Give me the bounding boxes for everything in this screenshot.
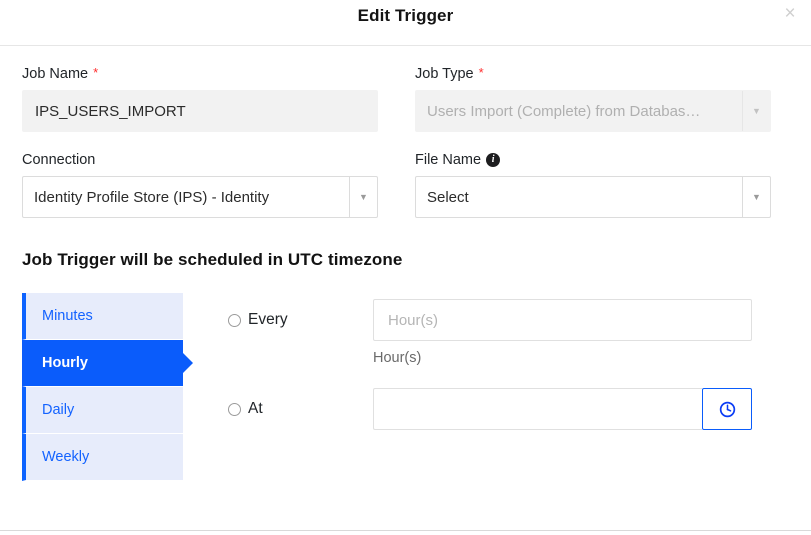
job-type-selected-value: Users Import (Complete) from Databas…	[427, 102, 701, 120]
field-job-type: Job Type * Users Import (Complete) from D…	[415, 66, 771, 132]
modal-header: Edit Trigger ×	[0, 0, 811, 46]
tab-label: Daily	[42, 402, 75, 418]
job-type-label-text: Job Type	[415, 66, 474, 82]
tab-label: Minutes	[42, 308, 93, 324]
job-name-input[interactable]	[22, 90, 378, 132]
tab-label: Weekly	[42, 449, 90, 465]
every-hours-input[interactable]	[373, 299, 752, 341]
info-icon[interactable]: i	[486, 153, 501, 167]
clock-icon	[719, 401, 735, 417]
radio-every[interactable]: Every	[228, 299, 373, 329]
at-time-group	[373, 388, 752, 430]
required-marker: *	[93, 64, 99, 80]
at-input-cell	[373, 388, 789, 430]
radio-every-label: Every	[248, 311, 288, 328]
modal-footer	[0, 531, 811, 535]
radio-at-label: At	[248, 400, 263, 417]
job-name-label-text: Job Name	[22, 66, 89, 82]
radio-circle-icon	[228, 313, 241, 327]
job-type-label: Job Type *	[415, 64, 771, 83]
schedule-row-every: Every Hour(s)	[228, 299, 789, 366]
close-icon[interactable]: ×	[779, 2, 801, 24]
page-title: Edit Trigger	[357, 6, 454, 25]
schedule-area: Minutes Hourly Daily Weekly Every Hour(s…	[22, 293, 789, 481]
radio-at[interactable]: At	[228, 388, 373, 418]
chevron-down-icon: ▼	[742, 91, 770, 131]
every-input-cell: Hour(s)	[373, 299, 789, 366]
connection-label-text: Connection	[22, 152, 96, 168]
required-marker: *	[478, 64, 484, 80]
form-row-source: Connection Identity Profile Store (IPS) …	[22, 152, 789, 218]
every-helper-text: Hour(s)	[373, 350, 422, 366]
connection-selected-value: Identity Profile Store (IPS) - Identity	[34, 188, 270, 206]
file-name-select[interactable]: Select ▼	[415, 176, 771, 218]
tab-label: Hourly	[42, 355, 88, 371]
file-name-selected-value: Select	[427, 188, 469, 206]
tab-weekly[interactable]: Weekly	[22, 434, 183, 481]
clock-picker-button[interactable]	[702, 388, 752, 430]
job-name-label: Job Name *	[22, 64, 378, 83]
field-connection: Connection Identity Profile Store (IPS) …	[22, 152, 378, 218]
field-file-name: File Name i Select ▼	[415, 152, 771, 218]
radio-circle-icon	[228, 402, 241, 416]
job-type-select[interactable]: Users Import (Complete) from Databas… ▼	[415, 90, 771, 132]
chevron-down-icon: ▼	[742, 177, 770, 217]
schedule-tab-list: Minutes Hourly Daily Weekly	[22, 293, 183, 481]
form-row-identity: Job Name* Job Type* Users Import (Comple…	[22, 66, 789, 132]
connection-label: Connection	[22, 152, 378, 168]
chevron-down-icon: ▼	[349, 177, 377, 217]
schedule-heading: Job Trigger will be scheduled in UTC tim…	[22, 250, 403, 269]
tab-hourly[interactable]: Hourly	[22, 340, 183, 387]
file-name-label-text: File Name	[415, 152, 482, 168]
connection-select[interactable]: Identity Profile Store (IPS) - Identity …	[22, 176, 378, 218]
at-time-input[interactable]	[373, 388, 702, 430]
tab-minutes[interactable]: Minutes	[22, 293, 183, 340]
schedule-tab-panel: Every Hour(s) At	[183, 293, 789, 481]
field-job-name: Job Name *	[22, 66, 378, 132]
tab-daily[interactable]: Daily	[22, 387, 183, 434]
modal-body: Job Name* Job Type* Users Import (Comple…	[0, 66, 811, 481]
file-name-label: File Name i	[415, 152, 771, 168]
schedule-row-at: At	[228, 388, 789, 430]
